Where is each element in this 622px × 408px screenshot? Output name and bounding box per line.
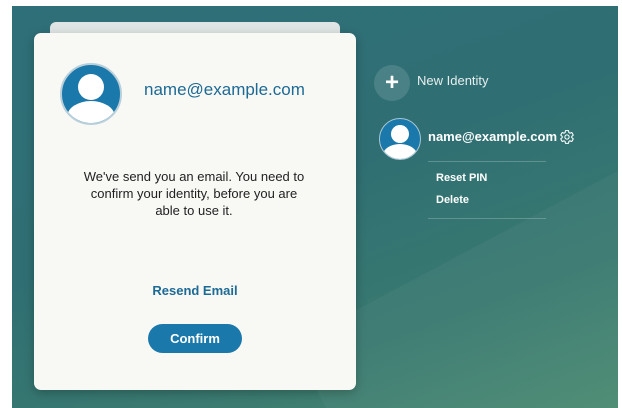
identity-avatar [379,118,421,160]
divider [428,218,546,219]
avatar-head [78,74,104,100]
new-identity-button[interactable]: + New Identity [374,64,489,102]
avatar-head [391,125,409,143]
app-window: name@example.com We've send you an email… [12,6,618,408]
new-identity-label: New Identity [417,72,489,88]
avatar [60,63,122,125]
avatar-body [383,144,417,159]
divider [428,161,546,162]
plus-icon[interactable]: + [374,65,410,101]
delete-menu-item[interactable]: Delete [436,194,469,206]
resend-email-link[interactable]: Resend Email [34,283,356,298]
identity-email: name@example.com [428,129,558,144]
gear-icon[interactable] [559,129,575,145]
confirm-button[interactable]: Confirm [148,324,242,353]
avatar-body [67,101,115,123]
confirmation-message: We've send you an email. You need to con… [83,169,305,218]
reset-pin-menu-item[interactable]: Reset PIN [436,172,487,184]
identity-confirmation-card: name@example.com We've send you an email… [34,33,356,390]
card-email: name@example.com [144,80,305,99]
